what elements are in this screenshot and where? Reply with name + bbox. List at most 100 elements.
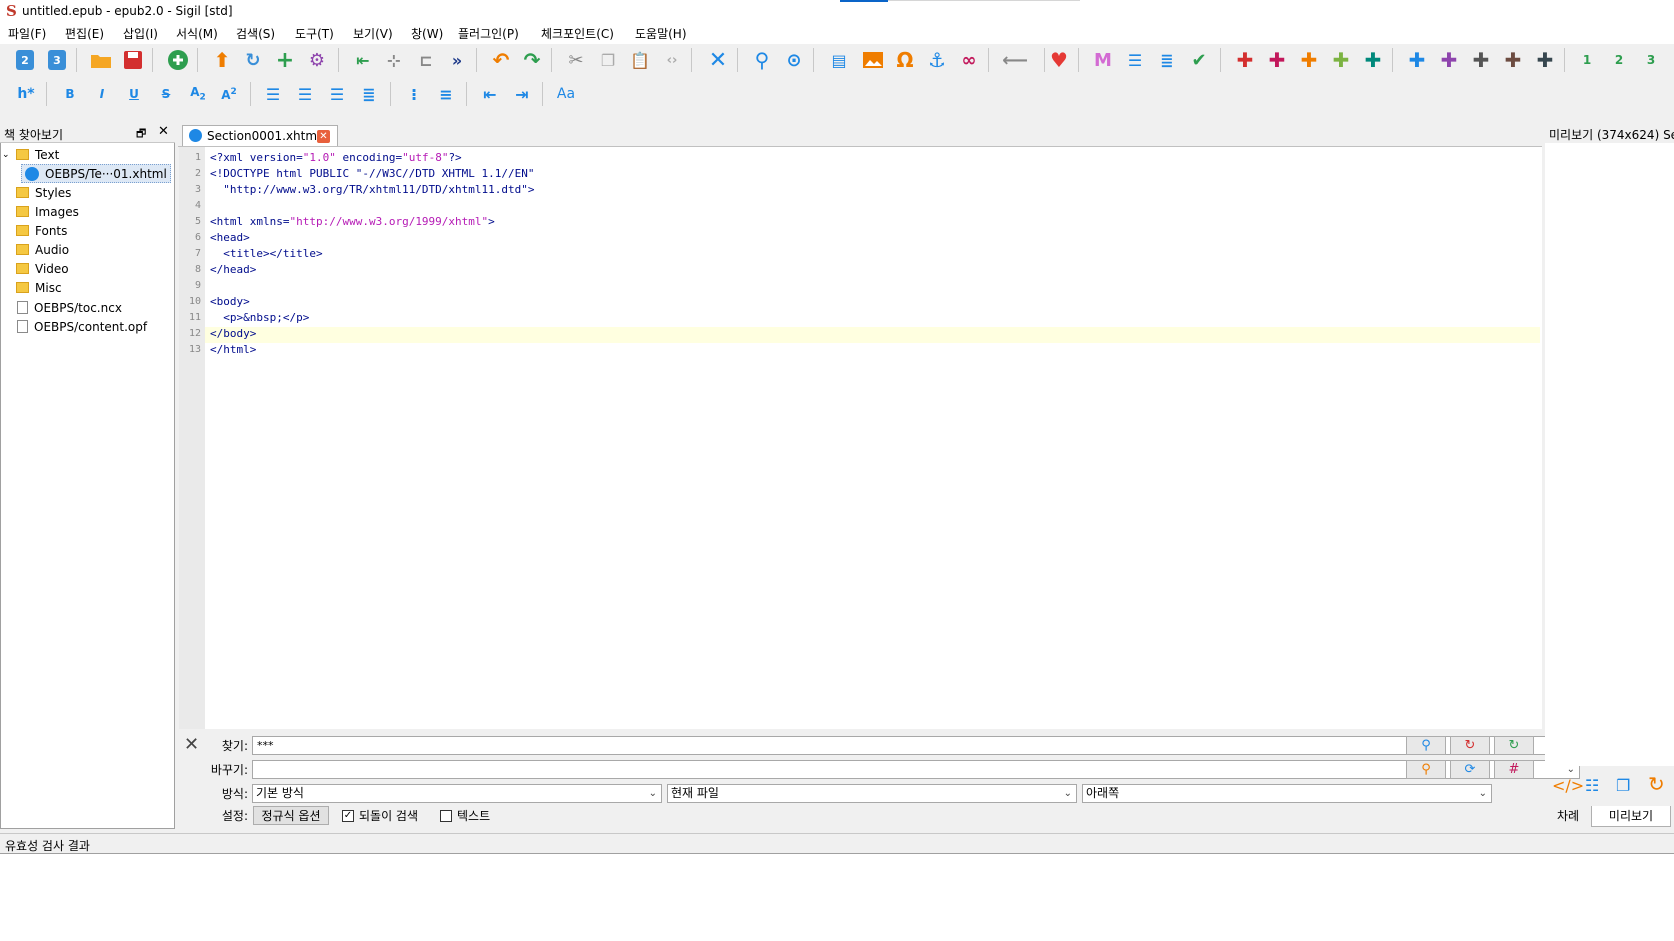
merge-button[interactable]: ⊏ [413,47,439,73]
replace-find-button[interactable]: ↻ [1450,736,1490,755]
tree-folder-text[interactable]: ⌄ Text [2,145,59,164]
menu-search[interactable]: 검색(S) [236,25,275,42]
menu-plugins[interactable]: 플러그인(P) [458,25,519,42]
menu-file[interactable]: 파일(F) [8,25,46,42]
generate-toc-button[interactable]: ≣ [1154,47,1180,73]
scope-select[interactable]: 현재 파일 ⌄ [667,784,1077,803]
menu-help[interactable]: 도움말(H) [635,25,687,42]
find-button[interactable]: ⚲ [749,47,775,73]
new-epub2-button[interactable]: 2 [12,47,38,73]
open-button[interactable] [88,47,114,73]
menu-edit[interactable]: 편집(E) [65,25,104,42]
menu-view[interactable]: 보기(V) [353,25,393,42]
align-justify-button[interactable]: ≣ [356,81,382,107]
checkpoint-3-button[interactable]: 3 [1638,47,1664,73]
tree-file-toc[interactable]: OEBPS/toc.ncx [17,298,122,317]
insert-file-button[interactable]: ▤ [826,47,852,73]
redo-button[interactable]: ↷ [519,47,545,73]
cut-button[interactable]: ✂ [563,47,589,73]
wrap-checkbox[interactable]: ✓ [342,810,354,822]
metadata-editor-button[interactable]: M [1090,47,1116,73]
save-button[interactable] [120,47,146,73]
plugin-6-button[interactable]: ✚ [1404,47,1430,73]
plugin-1-button[interactable]: ✚ [1232,47,1258,73]
settings-button[interactable]: ⚙ [304,47,330,73]
plugin-2-button[interactable]: ✚ [1264,47,1290,73]
insert-image-button[interactable] [860,47,886,73]
numbered-list-button[interactable]: ≡ [433,81,459,107]
tree-folder-fonts[interactable]: Fonts [16,221,67,240]
menu-format[interactable]: 서식(M) [176,25,218,42]
insert-split-button[interactable]: ⊹ [381,47,407,73]
tree-file-opf[interactable]: OEBPS/content.opf [17,317,147,336]
go-back-button[interactable]: ⟵ [1002,47,1028,73]
new-epub3-button[interactable]: 3 [44,47,70,73]
count-button[interactable]: ⚲ [1406,760,1446,779]
close-tab-icon[interactable]: ✕ [317,130,330,143]
replace-all-button[interactable]: ⟳ [1450,760,1490,779]
tree-folder-audio[interactable]: Audio [16,240,69,259]
plugin-8-button[interactable]: ✚ [1468,47,1494,73]
reload-preview-button[interactable]: ↻ [1648,772,1665,796]
plugin-4-button[interactable]: ✚ [1328,47,1354,73]
decrease-indent-button[interactable]: ⇤ [477,81,503,107]
align-left-button[interactable]: ☰ [260,81,286,107]
insert-link-button[interactable]: ∞ [956,47,982,73]
subscript-button[interactable]: A2 [185,81,211,107]
close-panel-icon[interactable]: ✕ [158,124,169,139]
move-up-button[interactable]: ⬆ [209,47,235,73]
float-panel-icon[interactable]: 🗗 [136,125,146,144]
superscript-button[interactable]: A2 [216,81,242,107]
tab-toc[interactable]: 차례 [1547,806,1589,826]
copy-page-button[interactable]: ❐ [1616,776,1630,795]
menu-insert[interactable]: 삽입(I) [123,25,158,42]
find-input[interactable]: ***⌄ [252,736,1580,755]
merge-all-button[interactable]: » [444,47,470,73]
menu-tools[interactable]: 도구(T) [295,25,334,42]
count-all-button[interactable]: # [1494,760,1534,779]
plugin-9-button[interactable]: ✚ [1500,47,1526,73]
tree-folder-styles[interactable]: Styles [16,183,71,202]
plugin-10-button[interactable]: ✚ [1532,47,1558,73]
heading-button[interactable]: h* [13,81,39,107]
align-center-button[interactable]: ☰ [292,81,318,107]
replace-input[interactable]: ⌄ [252,760,1580,779]
close-find-icon[interactable]: ✕ [184,734,199,755]
inspect-button[interactable]: </> [1552,776,1584,795]
bullet-list-button[interactable]: ⁝ [401,81,427,107]
align-right-button[interactable]: ☰ [324,81,350,107]
text-only-checkbox[interactable] [440,810,452,822]
clean-source-button[interactable]: ✕ [705,47,731,73]
tab-preview[interactable]: 미리보기 [1591,806,1671,827]
checkpoint-1-button[interactable]: 1 [1574,47,1600,73]
bold-button[interactable]: B [57,81,83,107]
tree-folder-images[interactable]: Images [16,202,79,221]
text-case-button[interactable]: Aa [553,81,579,107]
underline-button[interactable]: U [121,81,147,107]
code-view-button[interactable]: ‹› [659,47,685,73]
add-file-button[interactable] [165,47,191,73]
insert-special-char-button[interactable]: Ω [892,47,918,73]
spellcheck-button[interactable]: ✔ [1186,47,1212,73]
find-replace-button[interactable]: ⊙ [781,47,807,73]
tree-folder-video[interactable]: Video [16,259,69,278]
menu-checkpoints[interactable]: 체크포인트(C) [541,25,614,42]
menu-window[interactable]: 창(W) [411,25,443,42]
insert-anchor-button[interactable]: ⚓ [924,47,950,73]
tab-section0001[interactable]: Section0001.xhtml ✕ [182,125,338,146]
refresh-button[interactable]: ↻ [240,47,266,73]
undo-button[interactable]: ↶ [488,47,514,73]
insert-button[interactable]: + [272,47,298,73]
tree-folder-misc[interactable]: Misc [16,278,62,297]
direction-select[interactable]: 아래쪽 ⌄ [1082,784,1492,803]
italic-button[interactable]: I [89,81,115,107]
split-section-button[interactable]: ⇤ [350,47,376,73]
find-next-button[interactable]: ⚲ [1406,736,1446,755]
strikethrough-button[interactable]: S [153,81,179,107]
donate-button[interactable]: ♥ [1046,47,1072,73]
checkpoint-2-button[interactable]: 2 [1606,47,1632,73]
replace-button[interactable]: ↻ [1494,736,1534,755]
edit-toc-button[interactable]: ☰ [1122,47,1148,73]
tree-item-section[interactable]: OEBPS/Te···01.xhtml [21,164,171,183]
plugin-5-button[interactable]: ✚ [1360,47,1386,73]
